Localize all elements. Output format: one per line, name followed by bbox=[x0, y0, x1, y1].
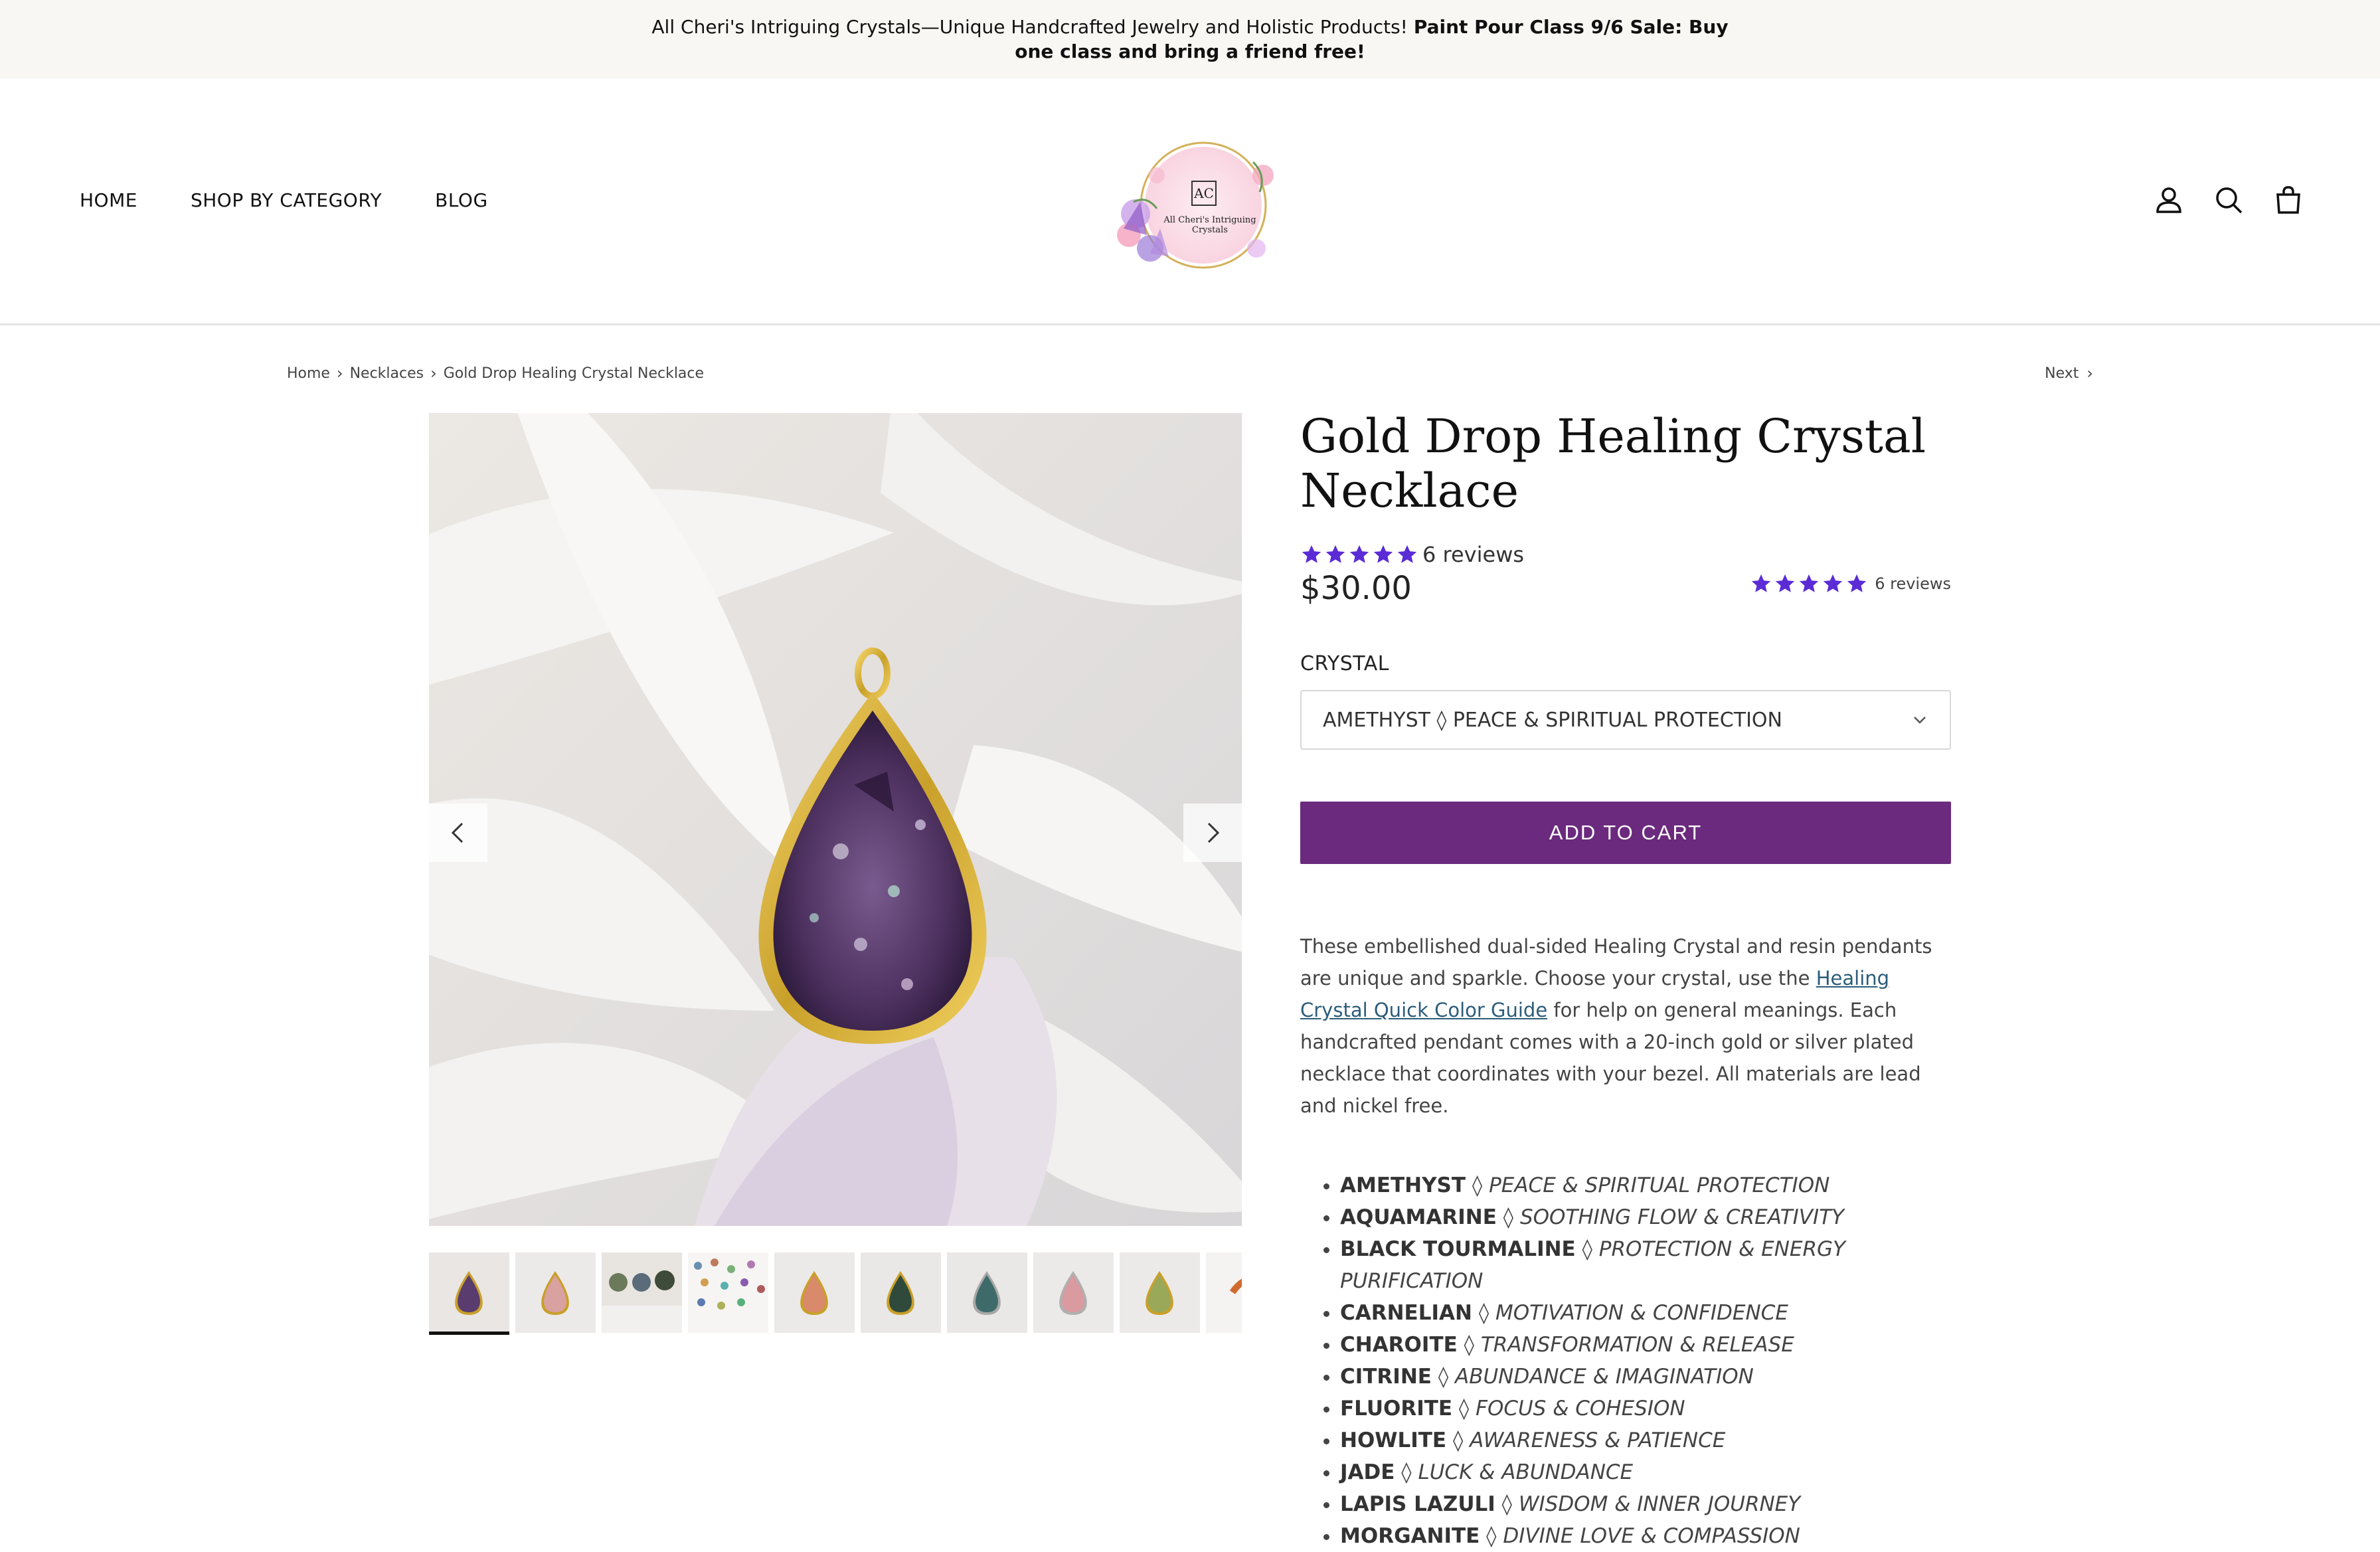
thumbnail[interactable] bbox=[1033, 1252, 1114, 1333]
nav-shop-by-category[interactable]: SHOP BY CATEGORY bbox=[191, 189, 382, 211]
crystal-option-label: CRYSTAL bbox=[1300, 652, 1389, 675]
chevron-right-icon: › bbox=[336, 364, 343, 383]
thumbnail[interactable] bbox=[602, 1252, 682, 1333]
chevron-right-icon: › bbox=[2086, 364, 2093, 383]
star-icon bbox=[1397, 545, 1417, 563]
thumbnail[interactable] bbox=[774, 1252, 855, 1333]
announcement-text: All Cheri's Intriguing Crystals—Unique H… bbox=[651, 16, 1729, 62]
thumbnail[interactable] bbox=[515, 1252, 596, 1333]
header-icons bbox=[2154, 78, 2303, 321]
crystal-select-value: AMETHYST ◊ PEACE & SPIRITUAL PROTECTION bbox=[1323, 708, 1782, 732]
product-info: Gold Drop Healing Crystal Necklace 6 rev… bbox=[1300, 409, 1951, 1552]
cart-icon[interactable] bbox=[2274, 185, 2303, 215]
price-row: $30.00 6 reviews bbox=[1300, 570, 1951, 616]
list-item: CARNELIAN ◊ MOTIVATION & CONFIDENCE bbox=[1340, 1297, 1951, 1329]
thumbnail[interactable] bbox=[429, 1252, 509, 1335]
breadcrumb-current: Gold Drop Healing Crystal Necklace bbox=[443, 365, 705, 382]
list-item: AMETHYST ◊ PEACE & SPIRITUAL PROTECTION bbox=[1340, 1169, 1951, 1201]
star-icon bbox=[1302, 545, 1321, 563]
list-item: CHAROITE ◊ TRANSFORMATION & RELEASE bbox=[1340, 1329, 1951, 1361]
nav-blog[interactable]: BLOG bbox=[435, 189, 488, 211]
logo-monogram: AC bbox=[1191, 181, 1217, 206]
thumbnail[interactable] bbox=[1206, 1252, 1242, 1333]
breadcrumb-necklaces[interactable]: Necklaces bbox=[350, 365, 424, 382]
next-product-link[interactable]: Next › bbox=[2045, 364, 2093, 383]
list-item: MORGANITE ◊ DIVINE LOVE & COMPASSION bbox=[1340, 1520, 1951, 1552]
list-item: JADE ◊ LUCK & ABUNDANCE bbox=[1340, 1456, 1951, 1488]
chevron-right-icon: › bbox=[430, 364, 437, 383]
next-label: Next bbox=[2045, 365, 2079, 382]
star-icon bbox=[1847, 574, 1867, 592]
list-item: LAPIS LAZULI ◊ WISDOM & INNER JOURNEY bbox=[1340, 1488, 1951, 1520]
list-item: HOWLITE ◊ AWARENESS & PATIENCE bbox=[1340, 1424, 1951, 1456]
list-item: CITRINE ◊ ABUNDANCE & IMAGINATION bbox=[1340, 1361, 1951, 1393]
secondary-rating[interactable]: 6 reviews bbox=[1750, 572, 1951, 595]
product-title: Gold Drop Healing Crystal Necklace bbox=[1300, 409, 1926, 518]
list-item: BLACK TOURMALINE ◊ PROTECTION & ENERGY P… bbox=[1340, 1233, 1951, 1297]
thumbnail[interactable] bbox=[688, 1252, 768, 1333]
add-to-cart-button[interactable]: ADD TO CART bbox=[1300, 802, 1951, 864]
star-icon bbox=[1752, 574, 1771, 592]
chevron-right-icon bbox=[1207, 822, 1220, 843]
star-icon bbox=[1800, 574, 1819, 592]
star-icon bbox=[1824, 574, 1843, 592]
star-icon bbox=[1373, 545, 1393, 563]
star-icon bbox=[1776, 574, 1795, 592]
rating-stars bbox=[1750, 572, 1868, 595]
reviews-count[interactable]: 6 reviews bbox=[1422, 542, 1524, 567]
list-item: AQUAMARINE ◊ SOOTHING FLOW & CREATIVITY bbox=[1340, 1201, 1951, 1233]
gallery-prev-button[interactable] bbox=[429, 804, 487, 862]
product-main-image[interactable] bbox=[429, 413, 1242, 1226]
site-header: HOME SHOP BY CATEGORY BLOG AC All Cheri'… bbox=[0, 78, 2380, 325]
breadcrumb-home[interactable]: Home bbox=[287, 365, 330, 382]
thumbnail[interactable] bbox=[947, 1252, 1027, 1333]
star-icon bbox=[1325, 545, 1345, 563]
product-rating[interactable]: 6 reviews bbox=[1300, 542, 1951, 567]
product-description: These embellished dual-sided Healing Cry… bbox=[1300, 935, 1932, 1117]
main-nav: HOME SHOP BY CATEGORY BLOG bbox=[80, 78, 488, 321]
thumbnail[interactable] bbox=[1120, 1252, 1200, 1333]
star-icon bbox=[1349, 545, 1369, 563]
thumbnail[interactable] bbox=[861, 1252, 941, 1333]
crystal-select[interactable]: AMETHYST ◊ PEACE & SPIRITUAL PROTECTION bbox=[1300, 690, 1951, 750]
search-icon[interactable] bbox=[2214, 185, 2243, 215]
store-logo[interactable]: AC All Cheri's Intriguing Crystals bbox=[1110, 135, 1290, 275]
list-item: FLUORITE ◊ FOCUS & COHESION bbox=[1340, 1393, 1951, 1424]
chevron-down-icon bbox=[1914, 717, 1926, 724]
thumbnail-strip bbox=[429, 1252, 1242, 1335]
gallery-next-button[interactable] bbox=[1183, 804, 1242, 862]
account-icon[interactable] bbox=[2154, 185, 2183, 215]
logo-text: All Cheri's Intriguing Crystals bbox=[1163, 215, 1256, 235]
product-price: $30.00 bbox=[1300, 570, 1412, 607]
rating-stars bbox=[1300, 543, 1418, 566]
breadcrumb: Home › Necklaces › Gold Drop Healing Cry… bbox=[287, 364, 704, 383]
reviews-count-secondary[interactable]: 6 reviews bbox=[1875, 574, 1951, 593]
nav-home[interactable]: HOME bbox=[80, 189, 137, 211]
announcement-bar: All Cheri's Intriguing Crystals—Unique H… bbox=[0, 0, 2380, 78]
crystal-meanings-list: AMETHYST ◊ PEACE & SPIRITUAL PROTECTION … bbox=[1300, 1169, 1951, 1552]
chevron-left-icon bbox=[451, 822, 464, 843]
